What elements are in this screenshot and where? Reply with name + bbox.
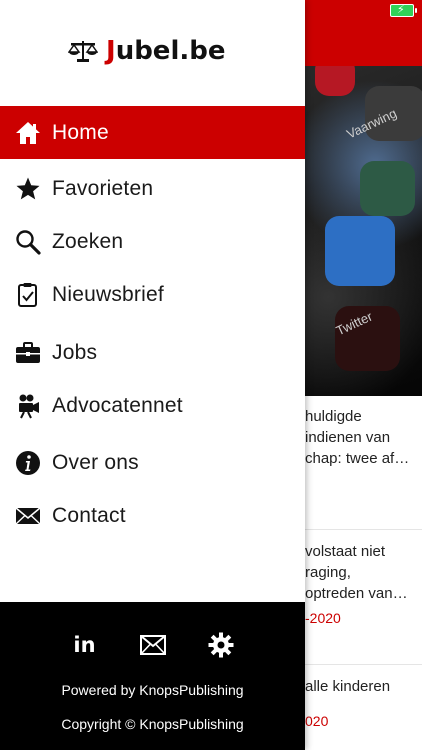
- drawer-footer: in Powered by KnopsPublishing Copyright …: [0, 602, 305, 750]
- scales-of-justice-icon: [68, 41, 98, 62]
- article-title-line: raging,: [305, 564, 351, 581]
- article-date: -2020: [305, 610, 341, 626]
- star-icon: [14, 175, 42, 203]
- copyright-text: Copyright © KnopsPublishing: [61, 716, 244, 732]
- briefcase-icon: [14, 339, 42, 367]
- article-item[interactable]: alle kinderen 020: [305, 676, 422, 732]
- logo-domain: ubel.be: [115, 36, 226, 66]
- menu-item-jobs[interactable]: Jobs: [0, 326, 305, 379]
- info-icon: [14, 449, 42, 477]
- divider: [305, 664, 422, 665]
- menu-item-label: Advocatennet: [52, 393, 183, 417]
- article-title-line: indienen van: [305, 429, 391, 446]
- divider: [305, 529, 422, 530]
- envelope-icon: [14, 502, 42, 530]
- app-logo: Jubel.be: [68, 36, 225, 66]
- article-date: 020: [305, 713, 329, 729]
- menu-item-label: Contact: [52, 503, 126, 527]
- linkedin-text: in: [73, 633, 96, 657]
- menu-item-label: Nieuwsbrief: [52, 282, 164, 306]
- menu-item-label: Jobs: [52, 340, 98, 364]
- logo-text: Jubel.be: [106, 36, 225, 66]
- menu-item-home[interactable]: Home: [0, 106, 305, 159]
- search-icon: [14, 228, 42, 256]
- app-tile: [315, 66, 355, 96]
- menu-item-label: Home: [52, 120, 109, 144]
- menu-item-contact[interactable]: Contact: [0, 489, 305, 542]
- linkedin-icon[interactable]: in: [72, 632, 98, 658]
- menu-item-label: Zoeken: [52, 229, 124, 253]
- article-title-line: optreden van…: [305, 585, 408, 602]
- menu-item-favorieten[interactable]: Favorieten: [0, 162, 305, 215]
- article-hero-image[interactable]: Vaarwing Twitter: [305, 66, 422, 396]
- article-item[interactable]: volstaat niet raging, optreden van… -202…: [305, 541, 422, 629]
- social-links: in: [0, 632, 305, 658]
- menu-item-nieuwsbrief[interactable]: Nieuwsbrief: [0, 268, 305, 321]
- menu-item-label: Favorieten: [52, 176, 154, 200]
- article-title-line: chap: twee af…: [305, 450, 410, 467]
- battery-icon: ⚡: [390, 4, 417, 17]
- app-tile: [325, 216, 395, 286]
- clipboard-check-icon: [14, 281, 42, 309]
- navigation-drawer: Jubel.be Home Favorieten Zoeken Nieuwsbr…: [0, 0, 305, 750]
- article-item[interactable]: huldigde indienen van chap: twee af…: [305, 406, 422, 469]
- video-camera-icon: [14, 392, 42, 420]
- menu-item-label: Over ons: [52, 450, 139, 474]
- menu-item-advocatennet[interactable]: Advocatennet: [0, 379, 305, 432]
- menu-item-over-ons[interactable]: Over ons: [0, 436, 305, 489]
- article-title-line: alle kinderen: [305, 678, 391, 695]
- menu-item-zoeken[interactable]: Zoeken: [0, 215, 305, 268]
- mail-icon[interactable]: [139, 632, 166, 658]
- article-title-line: huldigde: [305, 408, 362, 425]
- home-icon: [14, 119, 42, 147]
- gear-icon[interactable]: [208, 632, 234, 658]
- article-title-line: volstaat niet: [305, 543, 386, 560]
- logo-letter-j: J: [106, 36, 116, 66]
- powered-by-text: Powered by KnopsPublishing: [61, 682, 244, 698]
- app-tile: [360, 161, 415, 216]
